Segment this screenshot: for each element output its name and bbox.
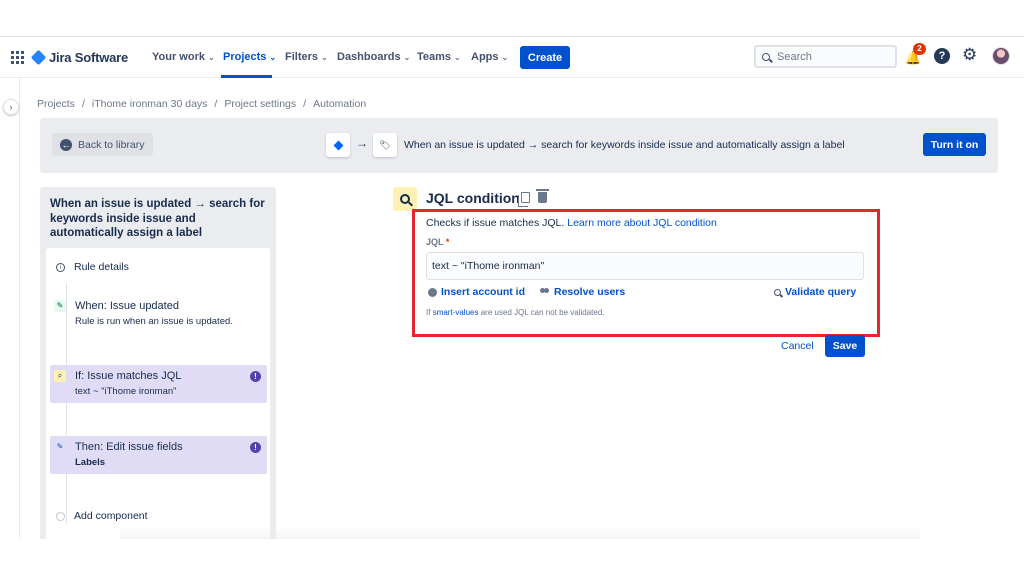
app-window: Jira Software Your work ⌄ Projects ⌄ Filte… (0, 36, 1024, 539)
rule-title: When an issue is updated → search for ke… (50, 198, 265, 239)
search-icon: ⌕ (54, 370, 66, 382)
nav-your-work[interactable]: Your work ⌄ (152, 51, 215, 63)
help-icon[interactable]: ? (934, 48, 950, 64)
person-icon (428, 287, 437, 297)
editor-title: JQL condition (426, 190, 520, 206)
add-component-label: Add component (74, 510, 148, 522)
breadcrumb-projects[interactable]: Projects (37, 98, 75, 110)
validate-query-button[interactable]: Validate query (774, 286, 856, 298)
search-input[interactable] (777, 50, 887, 63)
insert-account-id-button[interactable]: Insert account id (428, 286, 525, 298)
step-when[interactable]: ✎ When: Issue updated Rule is run when a… (50, 295, 267, 335)
turn-it-on-button[interactable]: Turn it on (923, 133, 986, 156)
jql-condition-icon (393, 187, 417, 211)
jql-field[interactable] (426, 252, 864, 280)
logo-text: Jira Software (49, 50, 129, 65)
rule-panel: When an issue is updated → search for ke… (40, 187, 276, 539)
pencil-icon: ✎ (54, 300, 66, 312)
notification-count-badge: 2 (913, 43, 926, 55)
breadcrumb-project[interactable]: iThome ironman 30 days (92, 98, 208, 110)
editor-description: Checks if issue matches JQL. Learn more … (426, 217, 717, 229)
step-title: When: Issue updated (75, 300, 179, 312)
rule-header-bar: ← Back to library → 🏷 When an issue is u… (40, 118, 998, 173)
warning-icon: ! (250, 371, 261, 382)
step-if[interactable]: ⌕ If: Issue matches JQL text ~ "iThome i… (50, 365, 267, 403)
chevron-down-icon: ⌄ (207, 53, 215, 62)
trash-icon[interactable] (536, 189, 549, 203)
create-button[interactable]: Create (520, 46, 570, 69)
chevron-down-icon: ⌄ (454, 53, 461, 62)
nav-teams[interactable]: Teams ⌄ (417, 51, 461, 63)
chevron-down-icon: ⌄ (269, 53, 277, 62)
step-subtitle: text ~ "iThome ironman" (75, 386, 177, 397)
expand-sidebar-icon[interactable]: › (3, 99, 19, 115)
jira-diamond-icon (30, 49, 47, 66)
breadcrumb: Projects / iThome ironman 30 days / Projec… (37, 98, 367, 110)
nav-filters[interactable]: Filters ⌄ (285, 51, 328, 63)
search-icon (762, 52, 770, 61)
learn-more-link[interactable]: Learn more about JQL condition (567, 217, 717, 229)
search-box[interactable] (754, 45, 897, 68)
jql-label: JQL * (426, 237, 450, 247)
info-icon: i (56, 262, 65, 272)
pencil-icon: ✎ (56, 442, 64, 451)
bottom-shadow (120, 527, 920, 539)
trigger-component-icon (326, 133, 350, 157)
back-to-library-button[interactable]: ← Back to library (52, 133, 153, 156)
rule-summary: When an issue is updated → search for ke… (404, 139, 845, 151)
nav-dashboards[interactable]: Dashboards ⌄ (337, 51, 410, 63)
rule-details-item[interactable]: i Rule details (56, 256, 273, 278)
active-nav-indicator (221, 75, 272, 78)
gear-icon[interactable]: ⚙ (962, 45, 977, 65)
back-label: Back to library (78, 138, 145, 151)
validation-note: If smart-values are used JQL can not be … (426, 308, 605, 317)
breadcrumb-automation[interactable]: Automation (313, 98, 366, 110)
cancel-button[interactable]: Cancel (775, 335, 820, 357)
rule-details-label: Rule details (74, 261, 129, 273)
copy-icon[interactable] (518, 192, 530, 207)
resolve-users-button[interactable]: Resolve users (540, 286, 625, 298)
breadcrumb-project-settings[interactable]: Project settings (224, 98, 296, 110)
nav-projects[interactable]: Projects ⌄ (223, 51, 276, 63)
rule-component-list: i Rule details ✎ When: Issue updated Rul… (46, 248, 270, 539)
step-subtitle: Labels (75, 457, 106, 468)
step-then[interactable]: ✎ Then: Edit issue fields Labels ! (50, 436, 267, 474)
chevron-down-icon: ⌄ (501, 53, 509, 62)
avatar[interactable] (992, 47, 1010, 65)
smart-values-link[interactable]: smart-values (433, 308, 479, 317)
step-title: Then: Edit issue fields (75, 441, 183, 453)
arrow-left-icon: ← (60, 138, 72, 151)
step-title: If: Issue matches JQL (75, 370, 182, 382)
nav-apps[interactable]: Apps ⌄ (471, 51, 508, 63)
jira-logo[interactable]: Jira Software (30, 49, 129, 66)
step-subtitle: Rule is run when an issue is updated. (75, 316, 233, 327)
search-icon (774, 288, 781, 296)
arrow-right-icon: → (356, 136, 368, 150)
users-icon (540, 288, 550, 296)
chevron-down-icon: ⌄ (321, 53, 328, 62)
sidebar-rail (0, 78, 20, 539)
chevron-down-icon: ⌄ (403, 53, 411, 62)
add-component-button[interactable]: Add component (56, 510, 148, 522)
app-switcher-icon[interactable] (11, 51, 24, 64)
label-tag-icon: 🏷 (373, 133, 397, 157)
warning-icon: ! (250, 442, 261, 453)
top-navigation: Jira Software Your work ⌄ Projects ⌄ Filte… (0, 37, 1024, 78)
add-dot-icon (56, 511, 65, 521)
save-button[interactable]: Save (825, 335, 865, 357)
